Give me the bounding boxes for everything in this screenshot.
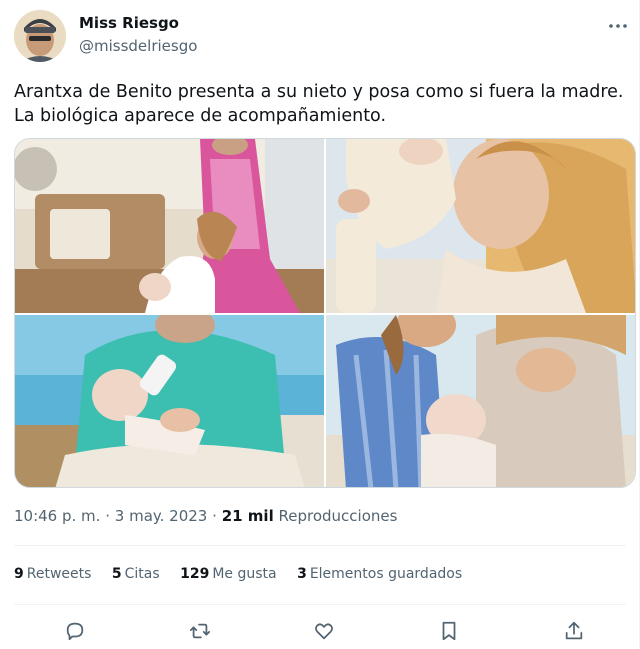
quotes-label: Citas bbox=[124, 566, 160, 582]
reply-button[interactable] bbox=[62, 618, 88, 644]
tweet-meta: 10:46 p. m. · 3 may. 2023 · 21 mil Repro… bbox=[14, 507, 397, 525]
retweets-count: 9 bbox=[14, 566, 24, 582]
more-options-button[interactable] bbox=[606, 16, 630, 36]
display-name[interactable]: Miss Riesgo bbox=[79, 14, 179, 32]
media-grid bbox=[14, 138, 636, 488]
bookmark-icon bbox=[442, 621, 456, 641]
likes-label: Me gusta bbox=[212, 566, 277, 582]
avatar[interactable] bbox=[14, 10, 66, 62]
bookmarks-label: Elementos guardados bbox=[309, 566, 463, 582]
meta-separator: · bbox=[212, 507, 217, 525]
retweet-icon bbox=[189, 623, 211, 639]
share-button[interactable] bbox=[561, 618, 587, 644]
photo-3[interactable] bbox=[15, 315, 324, 487]
photo-2[interactable] bbox=[326, 139, 635, 313]
views-label: Reproducciones bbox=[278, 507, 398, 525]
heart-icon bbox=[315, 623, 333, 640]
tweet-date[interactable]: 3 may. 2023 bbox=[115, 507, 208, 525]
reply-icon bbox=[66, 622, 84, 641]
more-icon bbox=[609, 24, 627, 28]
tweet-card: Miss Riesgo @missdelriesgo Arantxa de Be… bbox=[0, 0, 640, 649]
likes-count: 129 bbox=[180, 566, 210, 582]
divider bbox=[14, 545, 626, 546]
bookmarks-stat[interactable]: 3 Elementos guardados bbox=[297, 566, 462, 582]
likes-stat[interactable]: 129 Me gusta bbox=[180, 566, 277, 582]
like-button[interactable] bbox=[311, 618, 337, 644]
bookmark-button[interactable] bbox=[436, 618, 462, 644]
quotes-count: 5 bbox=[111, 566, 122, 582]
retweets-label: Retweets bbox=[26, 566, 92, 582]
tweet-text: Arantxa de Benito presenta a su nieto y … bbox=[14, 82, 624, 126]
divider bbox=[14, 604, 626, 605]
meta-separator: · bbox=[105, 507, 110, 525]
tweet-time[interactable]: 10:46 p. m. bbox=[14, 507, 100, 525]
share-icon bbox=[565, 621, 583, 640]
quotes-stat[interactable]: 5 Citas bbox=[112, 566, 160, 582]
action-bar bbox=[0, 618, 640, 644]
engagement-stats: 9 Retweets 5 Citas 129 Me gusta 3 Elementos … bbox=[14, 566, 478, 582]
photo-1[interactable] bbox=[15, 139, 324, 313]
bookmarks-count: 3 bbox=[297, 566, 307, 582]
retweet-button[interactable] bbox=[187, 618, 213, 644]
photo-4[interactable] bbox=[326, 315, 635, 487]
user-handle[interactable]: @missdelriesgo bbox=[79, 37, 197, 55]
views-count: 21 mil bbox=[221, 507, 274, 525]
retweets-stat[interactable]: 9 Retweets bbox=[14, 566, 91, 582]
